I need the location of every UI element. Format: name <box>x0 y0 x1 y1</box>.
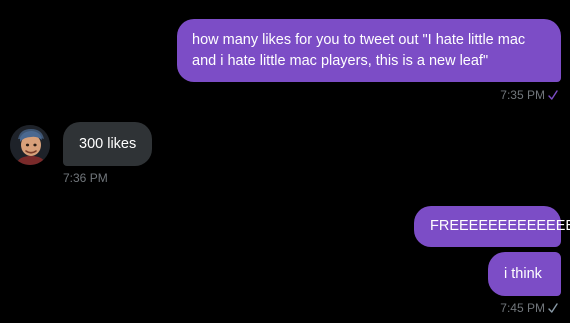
dm-conversation: { "conversation": { "messages": [ { "dir… <box>0 0 570 323</box>
message-timestamp: 7:36 PM <box>63 171 108 185</box>
message-timestamp: 7:45 PM <box>500 301 545 315</box>
avatar-image <box>10 125 50 165</box>
message-meta: 7:45 PM <box>500 301 558 315</box>
message-bubble-outgoing[interactable]: i think <box>488 252 561 296</box>
checkmark-icon <box>548 303 558 313</box>
message-bubble-incoming[interactable]: 300 likes <box>63 122 152 166</box>
message-text: 300 likes <box>79 136 137 152</box>
avatar[interactable] <box>10 125 50 165</box>
message-meta: 7:36 PM <box>63 171 108 185</box>
message-meta: 7:35 PM <box>500 88 558 102</box>
message-bubble-outgoing[interactable]: how many likes for you to tweet out "I h… <box>177 19 561 82</box>
message-text: FREEEEEEEEEEEEE <box>430 218 570 234</box>
checkmark-icon <box>548 90 558 100</box>
message-text: i think <box>504 266 542 282</box>
message-text: how many likes for you to tweet out "I h… <box>192 32 526 69</box>
message-timestamp: 7:35 PM <box>500 88 545 102</box>
message-bubble-outgoing[interactable]: FREEEEEEEEEEEEE <box>414 206 570 247</box>
